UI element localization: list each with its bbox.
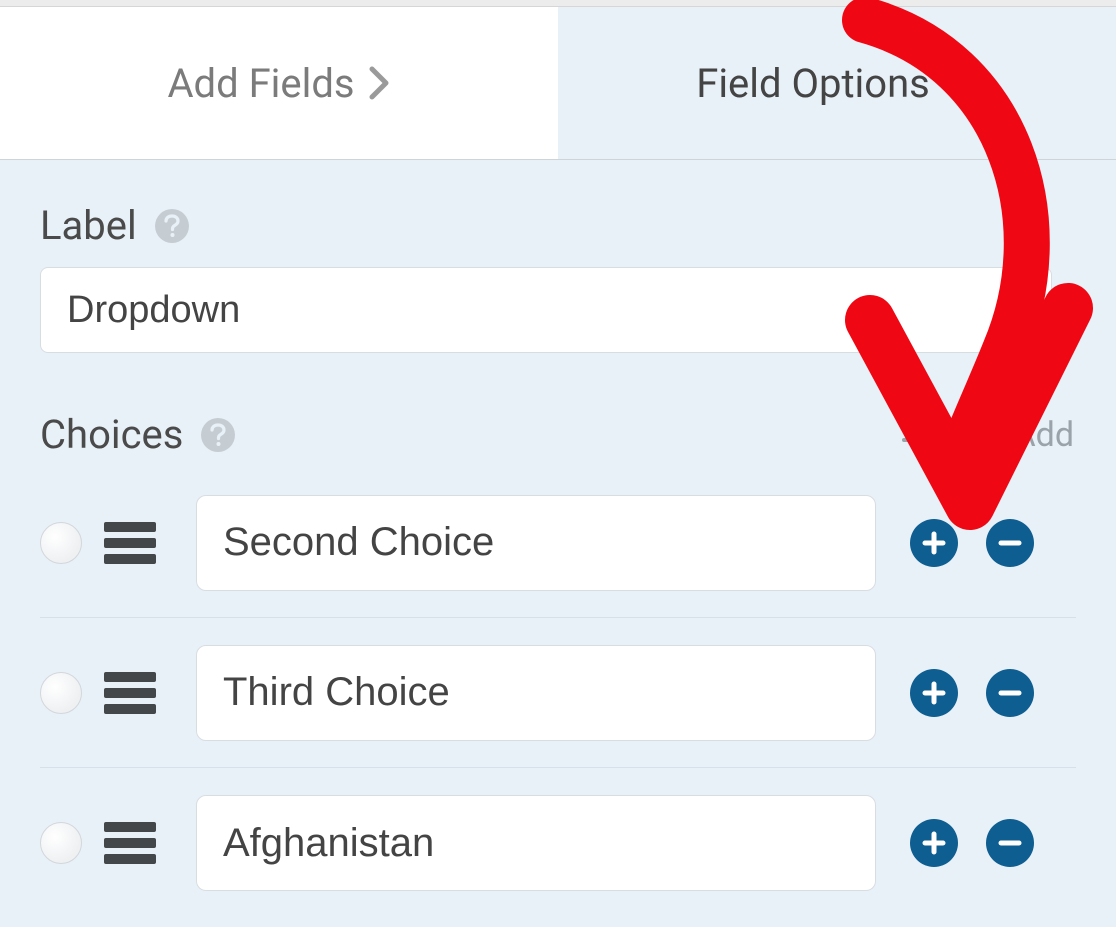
plus-icon (921, 680, 947, 706)
field-options-panel: Label Choices (0, 160, 1116, 918)
default-choice-radio[interactable] (40, 672, 82, 714)
remove-choice-button[interactable] (986, 519, 1034, 567)
choice-row (40, 618, 1076, 768)
label-section-header: Label (40, 202, 1076, 249)
choices-header: Choices Bulk Add (40, 411, 1074, 458)
bulk-add-label: Bulk Add (940, 415, 1074, 455)
choice-row (40, 768, 1076, 918)
help-icon[interactable] (201, 418, 235, 452)
choices-list (40, 468, 1076, 918)
choice-input[interactable] (196, 495, 876, 591)
choice-row (40, 468, 1076, 618)
choice-input[interactable] (196, 645, 876, 741)
tabs: Add Fields Field Options (0, 7, 1116, 160)
label-input[interactable] (40, 267, 1052, 353)
top-strip (0, 0, 1116, 7)
minus-icon (997, 530, 1023, 556)
drag-handle-icon[interactable] (104, 522, 156, 564)
drag-handle-icon[interactable] (104, 822, 156, 864)
add-choice-button[interactable] (910, 519, 958, 567)
chevron-down-icon (944, 72, 978, 94)
remove-choice-button[interactable] (986, 669, 1034, 717)
bulk-add-button[interactable]: Bulk Add (900, 415, 1074, 455)
tab-field-options-label: Field Options (696, 60, 930, 107)
remove-choice-button[interactable] (986, 819, 1034, 867)
choices-title: Choices (40, 411, 183, 458)
download-icon (900, 415, 930, 455)
plus-icon (921, 830, 947, 856)
choice-input[interactable] (196, 795, 876, 891)
add-choice-button[interactable] (910, 669, 958, 717)
add-choice-button[interactable] (910, 819, 958, 867)
minus-icon (997, 680, 1023, 706)
drag-handle-icon[interactable] (104, 672, 156, 714)
chevron-right-icon (369, 66, 391, 100)
label-title: Label (40, 202, 137, 249)
plus-icon (921, 530, 947, 556)
minus-icon (997, 830, 1023, 856)
default-choice-radio[interactable] (40, 822, 82, 864)
tab-add-fields-label: Add Fields (167, 60, 354, 107)
default-choice-radio[interactable] (40, 522, 82, 564)
help-icon[interactable] (155, 209, 189, 243)
tab-field-options[interactable]: Field Options (558, 7, 1116, 159)
tab-add-fields[interactable]: Add Fields (0, 7, 558, 159)
